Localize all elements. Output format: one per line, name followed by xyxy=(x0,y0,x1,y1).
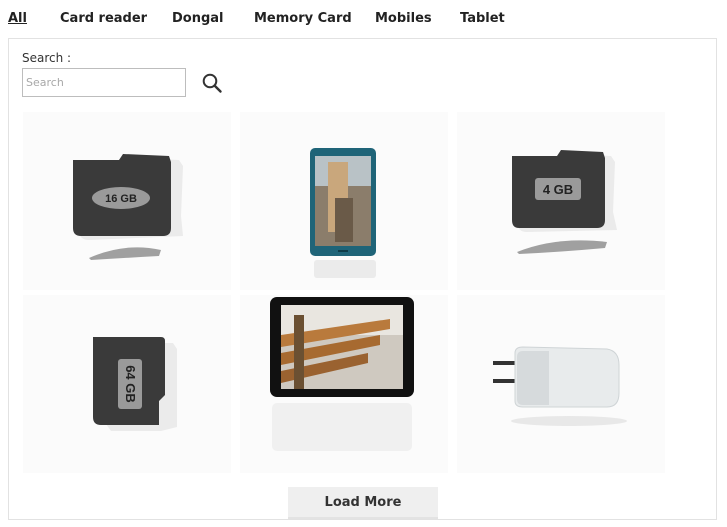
tab-dongal[interactable]: Dongal xyxy=(172,11,224,27)
tab-mobiles[interactable]: Mobiles xyxy=(375,11,432,27)
dongle-image xyxy=(493,346,627,426)
product-tile-64gb-card[interactable]: 64 GB xyxy=(23,295,231,473)
tab-memory-card[interactable]: Memory Card xyxy=(254,11,352,27)
tab-card-reader[interactable]: Card reader xyxy=(60,11,147,27)
search-icon[interactable] xyxy=(201,72,223,94)
product-tile-16gb-card[interactable]: 16 GB xyxy=(23,112,231,290)
category-tabs: All Card reader Dongal Memory Card Mobil… xyxy=(0,0,727,38)
smartphone-image xyxy=(310,148,376,278)
product-tile-tablet[interactable] xyxy=(240,295,448,473)
tablet-image xyxy=(270,297,414,451)
product-tile-smartphone[interactable] xyxy=(240,112,448,290)
card-capacity-label: 4 GB xyxy=(543,182,573,197)
product-panel: Search : 16 GB xyxy=(8,38,717,520)
load-more-button[interactable]: Load More xyxy=(288,487,438,519)
product-tile-dongle[interactable] xyxy=(457,295,665,473)
search-input[interactable] xyxy=(22,68,186,97)
card-capacity-label: 16 GB xyxy=(105,193,137,205)
card-capacity-label: 64 GB xyxy=(123,365,138,403)
product-tile-4gb-card[interactable]: 4 GB xyxy=(457,112,665,290)
memory-card-image: 4 GB xyxy=(512,150,617,254)
tab-tablet[interactable]: Tablet xyxy=(460,11,505,27)
memory-card-image: 64 GB xyxy=(93,337,177,431)
tab-all[interactable]: All xyxy=(8,11,27,27)
memory-card-image: 16 GB xyxy=(73,154,183,260)
search-label: Search : xyxy=(22,51,72,65)
product-gallery-page: All Card reader Dongal Memory Card Mobil… xyxy=(0,0,727,527)
